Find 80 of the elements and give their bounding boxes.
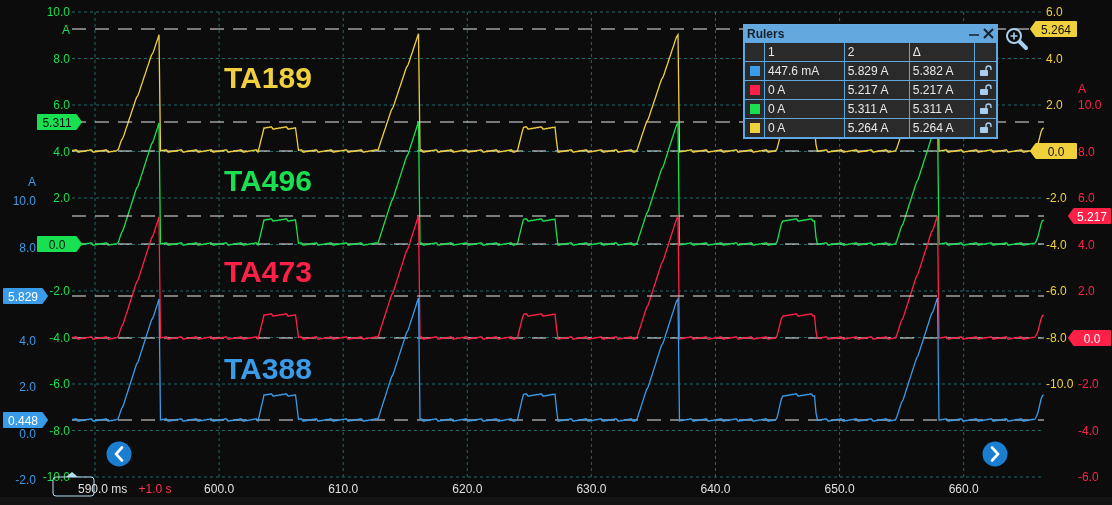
table-cell: 0 A [764, 80, 845, 100]
time-tick-label: 600.0 [204, 482, 235, 496]
axis-unit-label: A [62, 23, 70, 37]
unlock-icon[interactable] [979, 65, 992, 77]
ruler-value-tag[interactable]: 0.0 [37, 236, 82, 252]
time-tick-label: 630.0 [576, 482, 607, 496]
axis-tick-label: 10.0 [1078, 98, 1102, 112]
scroll-left-button[interactable] [106, 441, 132, 467]
table-cell: 5.382 A [909, 61, 975, 81]
axis-tick-label: 4.0 [19, 333, 36, 348]
panel-title: Rulers [747, 26, 785, 41]
ruler-line[interactable] [71, 337, 1045, 339]
time-tick-label: 640.0 [700, 482, 731, 496]
table-cell: 5.311 A [909, 99, 975, 119]
axis-tick-label: 6.0 [1046, 5, 1063, 19]
ruler-value-tag[interactable]: 0.0 [1068, 330, 1111, 346]
column-header: 1 [764, 42, 845, 62]
time-tick-label: 610.0 [328, 482, 359, 496]
axis-tick-label: -4.0 [1078, 423, 1099, 438]
axis-tick-label: -6.0 [49, 377, 70, 391]
time-tick-label: 660.0 [948, 482, 979, 496]
table-cell: 447.6 mA [764, 61, 845, 81]
axis-tick-label: 2.0 [53, 191, 70, 205]
axis-tick-label: 4.0 [53, 144, 70, 159]
table-cell: 5.264 A [844, 118, 910, 138]
time-tick-label: 650.0 [824, 482, 855, 496]
axis-tick-label: 2.0 [19, 380, 36, 394]
axis-tick-label: 8.0 [1078, 144, 1095, 159]
axis-tick-label: 10.0 [12, 194, 36, 208]
axis-tick-label: -6.0 [1046, 284, 1067, 298]
axis-tick-label: 6.0 [1078, 191, 1095, 205]
table-cell: 5.264 A [909, 118, 975, 138]
table-cell: 5.217 A [844, 80, 910, 100]
axis-unit-label: A [28, 175, 36, 189]
column-header: Δ [909, 42, 975, 62]
time-offset-label: +1.0 s [138, 482, 172, 496]
trace-name-label: TA473 [224, 255, 312, 288]
unlock-icon[interactable] [979, 122, 992, 134]
unlock-icon[interactable] [979, 103, 992, 115]
axis-tick-label: 2.0 [1078, 284, 1095, 298]
axis-tick-label: -4.0 [1046, 237, 1067, 252]
axis-tick-label: -10.0 [1046, 377, 1074, 391]
axis-tick-label: 6.0 [53, 98, 70, 112]
axis-tick-label: 4.0 [1046, 51, 1063, 66]
axis-unit-label: A [1078, 82, 1086, 96]
ruler-value-tag[interactable]: 0.0 [1030, 143, 1077, 159]
axis-tick-label: -6.0 [1078, 470, 1099, 484]
axis-tick-label: -8.0 [1046, 330, 1067, 345]
axis-tick-label: 8.0 [53, 51, 70, 66]
axis-tick-label: -2.0 [1078, 377, 1099, 391]
table-cell: 5.311 A [844, 99, 910, 119]
axis-tick-label: -4.0 [49, 330, 70, 345]
ruler-value-tag[interactable]: 5.311 [37, 114, 82, 130]
close-icon[interactable] [983, 28, 994, 39]
axis-tick-label: 0.0 [19, 426, 36, 441]
axis-tick-label: -8.0 [49, 423, 70, 438]
table-cell: 5.829 A [844, 61, 910, 81]
axis-tick-label: -2.0 [15, 473, 36, 487]
table-cell: 0 A [764, 118, 845, 138]
time-axis-label: 590.0 ms [78, 482, 128, 496]
scroll-right-button[interactable] [982, 441, 1008, 467]
axis-tick-label: -2.0 [49, 284, 70, 298]
axis-tick-label: 2.0 [1046, 98, 1063, 112]
time-tick-label: 620.0 [452, 482, 483, 496]
axis-tick-label: -2.0 [1046, 191, 1067, 205]
axis-tick-label: 8.0 [19, 240, 36, 255]
zoom-in-icon[interactable] [1006, 28, 1028, 50]
trace-name-label: TA388 [224, 352, 312, 385]
axis-tick-label: -10.0 [42, 470, 70, 484]
unlock-icon[interactable] [979, 84, 992, 96]
trace-name-label: TA496 [224, 164, 312, 197]
trace-name-label: TA189 [224, 61, 312, 94]
ruler-value-tag[interactable]: 5.264 [1030, 21, 1077, 37]
ruler-value-tag[interactable]: 5.217 [1068, 208, 1111, 224]
column-header: 2 [844, 42, 910, 62]
ruler-line[interactable] [71, 419, 1045, 421]
axis-tick-label: 4.0 [1078, 237, 1095, 252]
table-cell: 5.217 A [909, 80, 975, 100]
table-cell: 0 A [764, 99, 845, 119]
axis-tick-label: 10.0 [46, 5, 70, 19]
